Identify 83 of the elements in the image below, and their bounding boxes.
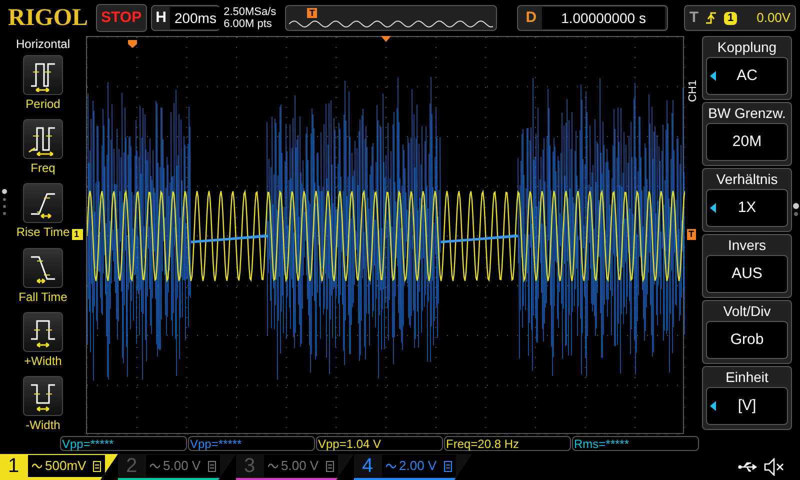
channel-tab[interactable]: 1 500mV xyxy=(0,454,118,480)
ac-coupling-icon xyxy=(268,462,278,470)
measure-label: Period xyxy=(26,97,60,112)
brand-logo: RIGOL xyxy=(7,4,90,33)
measure-label: Freq xyxy=(30,161,56,176)
bandwidth-limit-icon xyxy=(326,460,334,472)
softkey-button[interactable]: Kopplung AC xyxy=(702,36,792,100)
trigger-position-icon xyxy=(381,36,391,44)
measure-label: -Width xyxy=(26,418,60,433)
softkey-button[interactable]: Einheit [V] xyxy=(702,366,792,430)
trigger-button[interactable]: T 1 0.00V xyxy=(684,5,796,31)
channel-scale-value: 5.00 V xyxy=(281,457,319,476)
trigger-point-icon xyxy=(128,40,137,48)
channel-scale-value: 5.00 V xyxy=(163,457,201,476)
rising-edge-icon xyxy=(706,11,716,25)
bandwidth-limit-icon xyxy=(208,460,216,472)
delay-value: 1.00000000 s xyxy=(542,7,666,29)
delay-button[interactable]: D 1.00000000 s xyxy=(516,5,668,31)
measurement-readout: Vpp=1.04 V xyxy=(316,436,443,451)
measurement-readout: Vpp=***** xyxy=(188,436,315,451)
channel-1-marker: 1 xyxy=(72,229,84,240)
softkey-value: 1X xyxy=(738,198,756,218)
timebase-value: 200ms xyxy=(170,7,220,29)
softkey-value: Grob xyxy=(730,330,764,350)
measurement-readout: Freq=20.8 Hz xyxy=(444,436,571,451)
trigger-source: 1 xyxy=(724,12,737,24)
trigger-level: 0.00V xyxy=(756,9,791,28)
horizontal-label: H xyxy=(156,8,166,28)
softkey-title: Verhältnis xyxy=(716,170,778,189)
ac-coupling-icon xyxy=(150,462,160,470)
menu-title: Horizontal xyxy=(16,37,70,51)
bandwidth-limit-icon xyxy=(444,460,452,472)
channel-scale-value: 2.00 V xyxy=(399,457,437,476)
measurement-readout: Vpp=***** xyxy=(60,436,187,451)
measure-button[interactable] xyxy=(23,55,63,95)
softkey-title: Volt/Div xyxy=(723,302,771,321)
channel-number: 2 xyxy=(126,454,138,478)
left-arrow-icon xyxy=(710,401,716,411)
channel-number: 1 xyxy=(8,454,20,478)
left-arrow-icon xyxy=(710,71,716,81)
measure-label: Rise Time xyxy=(16,225,70,240)
softkey-title: Einheit xyxy=(726,368,768,387)
usb-icon xyxy=(738,461,758,473)
channel-scale-value: 500mV xyxy=(45,457,86,476)
left-arrow-icon xyxy=(710,203,716,213)
softkey-title: Invers xyxy=(728,236,766,255)
softkey-button[interactable]: Volt/Div Grob xyxy=(702,300,792,364)
run-state-button[interactable]: STOP xyxy=(96,4,147,32)
measure-button[interactable] xyxy=(23,248,63,288)
channel-tab[interactable]: 4 2.00 V xyxy=(354,454,472,480)
measure-button[interactable] xyxy=(23,119,63,160)
trigger-level-marker: T xyxy=(686,229,696,240)
channel-number: 3 xyxy=(244,454,256,478)
softkey-value: AC xyxy=(736,66,758,86)
ac-coupling-icon xyxy=(386,462,396,470)
bandwidth-limit-icon xyxy=(93,460,102,472)
softkey-value: [V] xyxy=(738,396,756,416)
trigger-position-marker: T xyxy=(307,8,317,18)
softkey-button[interactable]: BW Grenzw. 20M xyxy=(702,102,792,166)
memory-depth: 6.00M pts xyxy=(224,18,273,30)
ac-coupling-icon xyxy=(32,462,42,470)
delay-label: D xyxy=(526,8,538,28)
channel-tab[interactable]: 3 5.00 V xyxy=(236,454,354,480)
timebase-button[interactable]: H 200ms xyxy=(150,5,220,31)
muted-speaker-icon xyxy=(764,458,786,476)
softkey-value: 20M xyxy=(732,132,762,152)
softkey-title: BW Grenzw. xyxy=(708,104,786,123)
measure-button[interactable] xyxy=(23,376,63,416)
softkey-title: Kopplung xyxy=(717,38,777,57)
trigger-label: T xyxy=(689,8,698,28)
measurement-readout: Rms=***** xyxy=(572,436,699,451)
sample-rate: 2.50MSa/s xyxy=(224,6,278,18)
measure-button[interactable] xyxy=(23,183,63,224)
measure-label: +Width xyxy=(24,354,62,369)
channel-label: CH1 xyxy=(688,78,698,102)
measure-button[interactable] xyxy=(23,312,63,352)
measure-label: Fall Time xyxy=(18,290,68,305)
channel-tab[interactable]: 2 5.00 V xyxy=(118,454,236,480)
overview-wave-icon xyxy=(289,20,494,28)
softkey-button[interactable]: Invers AUS xyxy=(702,234,792,298)
softkey-button[interactable]: Verhältnis 1X xyxy=(702,168,792,232)
softkey-value: AUS xyxy=(732,264,762,284)
channel-number: 4 xyxy=(362,454,374,478)
